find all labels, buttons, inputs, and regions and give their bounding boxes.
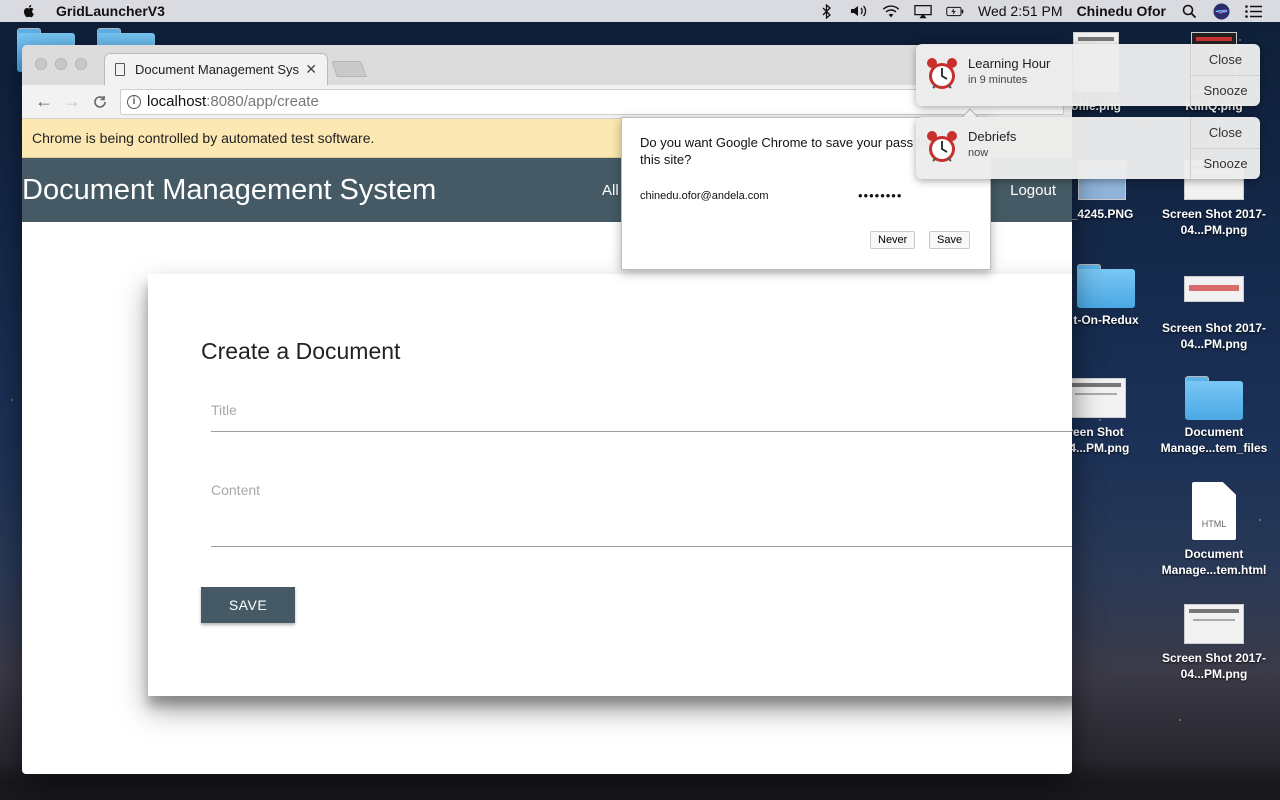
nav-all-link[interactable]: All: [602, 182, 619, 199]
bluetooth-icon[interactable]: [818, 3, 836, 19]
alarm-clock-icon: [927, 131, 957, 162]
minimize-window-button[interactable]: [55, 58, 67, 70]
saved-username: chinedu.ofor@andela.com: [640, 190, 769, 202]
menubar-clock[interactable]: Wed 2:51 PM: [978, 3, 1063, 19]
notification-text: Learning Hour in 9 minutes: [968, 44, 1190, 106]
window-controls: [35, 58, 87, 70]
title-field: [211, 394, 1072, 432]
notification-snooze-button[interactable]: Snooze: [1191, 147, 1260, 180]
back-icon[interactable]: ←: [30, 88, 58, 116]
notification-close-button[interactable]: Close: [1191, 44, 1260, 75]
content-field: [211, 474, 1072, 547]
notification-actions: Close Snooze: [1190, 44, 1260, 106]
tab-strip: Document Management Syster ✕: [22, 45, 1072, 85]
menubar-status-area: Wed 2:51 PM Chinedu Ofor: [818, 3, 1280, 19]
url-host: localhost: [147, 93, 207, 110]
notification-actions: Close Snooze: [1190, 117, 1260, 179]
notification-title: Debriefs: [968, 129, 1017, 144]
page-title: Create a Document: [201, 338, 401, 364]
desktop-item-label: Screen Shot 2017-04...PM.png: [1161, 321, 1267, 351]
wifi-icon[interactable]: [882, 3, 900, 19]
desktop-item-screenshot-4[interactable]: Screen Shot 2017-04...PM.png: [1154, 604, 1274, 682]
page-content: Create a Document SAVE: [22, 222, 1072, 773]
notification-center-icon[interactable]: [1244, 3, 1262, 19]
notification-snooze-button[interactable]: Snooze: [1191, 74, 1260, 107]
apple-icon[interactable]: [21, 3, 37, 19]
logout-link[interactable]: Logout: [1010, 182, 1056, 199]
never-button[interactable]: Never: [870, 231, 916, 249]
desktop-item-label: Screen Shot 2017-04...PM.png: [1161, 651, 1267, 681]
desktop-item-label: Document Manage...tem_files: [1160, 425, 1268, 455]
browser-toolbar: ← → i localhost:8080/app/create: [22, 85, 1072, 119]
zoom-window-button[interactable]: [75, 58, 87, 70]
notification-text: Debriefs now: [968, 117, 1190, 179]
new-tab-button[interactable]: [331, 61, 367, 77]
html-file-icon: HTML: [1192, 482, 1236, 540]
page-icon: [115, 63, 125, 76]
siri-icon[interactable]: [1212, 3, 1230, 19]
saved-password-mask: ••••••••: [858, 188, 903, 203]
notification-learning-hour[interactable]: Learning Hour in 9 minutes Close Snooze: [916, 44, 1260, 106]
notification-subtitle: in 9 minutes: [968, 74, 1028, 86]
airplay-icon[interactable]: [914, 3, 932, 19]
desktop-item-label: Screen Shot 2017-04...PM.png: [1161, 207, 1267, 237]
folder-icon: [1077, 264, 1135, 308]
content-input[interactable]: [211, 474, 1072, 534]
menubar-user[interactable]: Chinedu Ofor: [1077, 3, 1166, 19]
battery-icon[interactable]: [946, 3, 964, 19]
desktop-item-label: Document Manage...tem.html: [1161, 547, 1267, 577]
spotlight-icon[interactable]: [1180, 3, 1198, 19]
browser-tab-active[interactable]: Document Management Syster ✕: [104, 53, 328, 85]
title-input[interactable]: [211, 394, 1072, 418]
notification-title: Learning Hour: [968, 56, 1051, 71]
folder-icon: [1185, 376, 1243, 420]
save-password-button[interactable]: Save: [929, 231, 971, 249]
forward-icon[interactable]: →: [58, 88, 86, 116]
close-tab-icon[interactable]: ✕: [305, 61, 317, 78]
desktop-item-screenshot-2[interactable]: Screen Shot 2017-04...PM.png: [1154, 276, 1274, 352]
notification-subtitle: now: [968, 147, 989, 159]
info-icon[interactable]: i: [127, 94, 141, 109]
app-brand[interactable]: Document Management System: [22, 174, 436, 207]
url-path: :8080/app/create: [206, 93, 319, 110]
alarm-clock-icon: [927, 58, 957, 89]
save-password-question: Do you want Google Chrome to save your p…: [640, 135, 932, 167]
reload-icon[interactable]: [86, 88, 114, 116]
screenshot-thumbnail-icon: [1184, 276, 1244, 302]
close-window-button[interactable]: [35, 58, 47, 70]
volume-icon[interactable]: [850, 3, 868, 19]
create-document-card: Create a Document SAVE: [148, 274, 1072, 696]
macos-menubar: GridLauncherV3 Wed 2:51 PM Chinedu Ofor: [0, 0, 1280, 22]
desktop-item-files-folder[interactable]: Document Manage...tem_files: [1154, 376, 1274, 456]
infobar-text: Chrome is being controlled by automated …: [32, 130, 375, 146]
notification-close-button[interactable]: Close: [1191, 117, 1260, 148]
tab-title: Document Management Syster: [135, 62, 300, 77]
screenshot-thumbnail-icon: [1066, 378, 1126, 418]
save-button[interactable]: SAVE: [201, 587, 295, 623]
desktop-item-html-file[interactable]: HTML Document Manage...tem.html: [1154, 482, 1274, 578]
screenshot-thumbnail-icon: [1184, 604, 1244, 644]
menubar-app-name[interactable]: GridLauncherV3: [56, 3, 165, 19]
notification-debriefs[interactable]: Debriefs now Close Snooze: [916, 117, 1260, 179]
